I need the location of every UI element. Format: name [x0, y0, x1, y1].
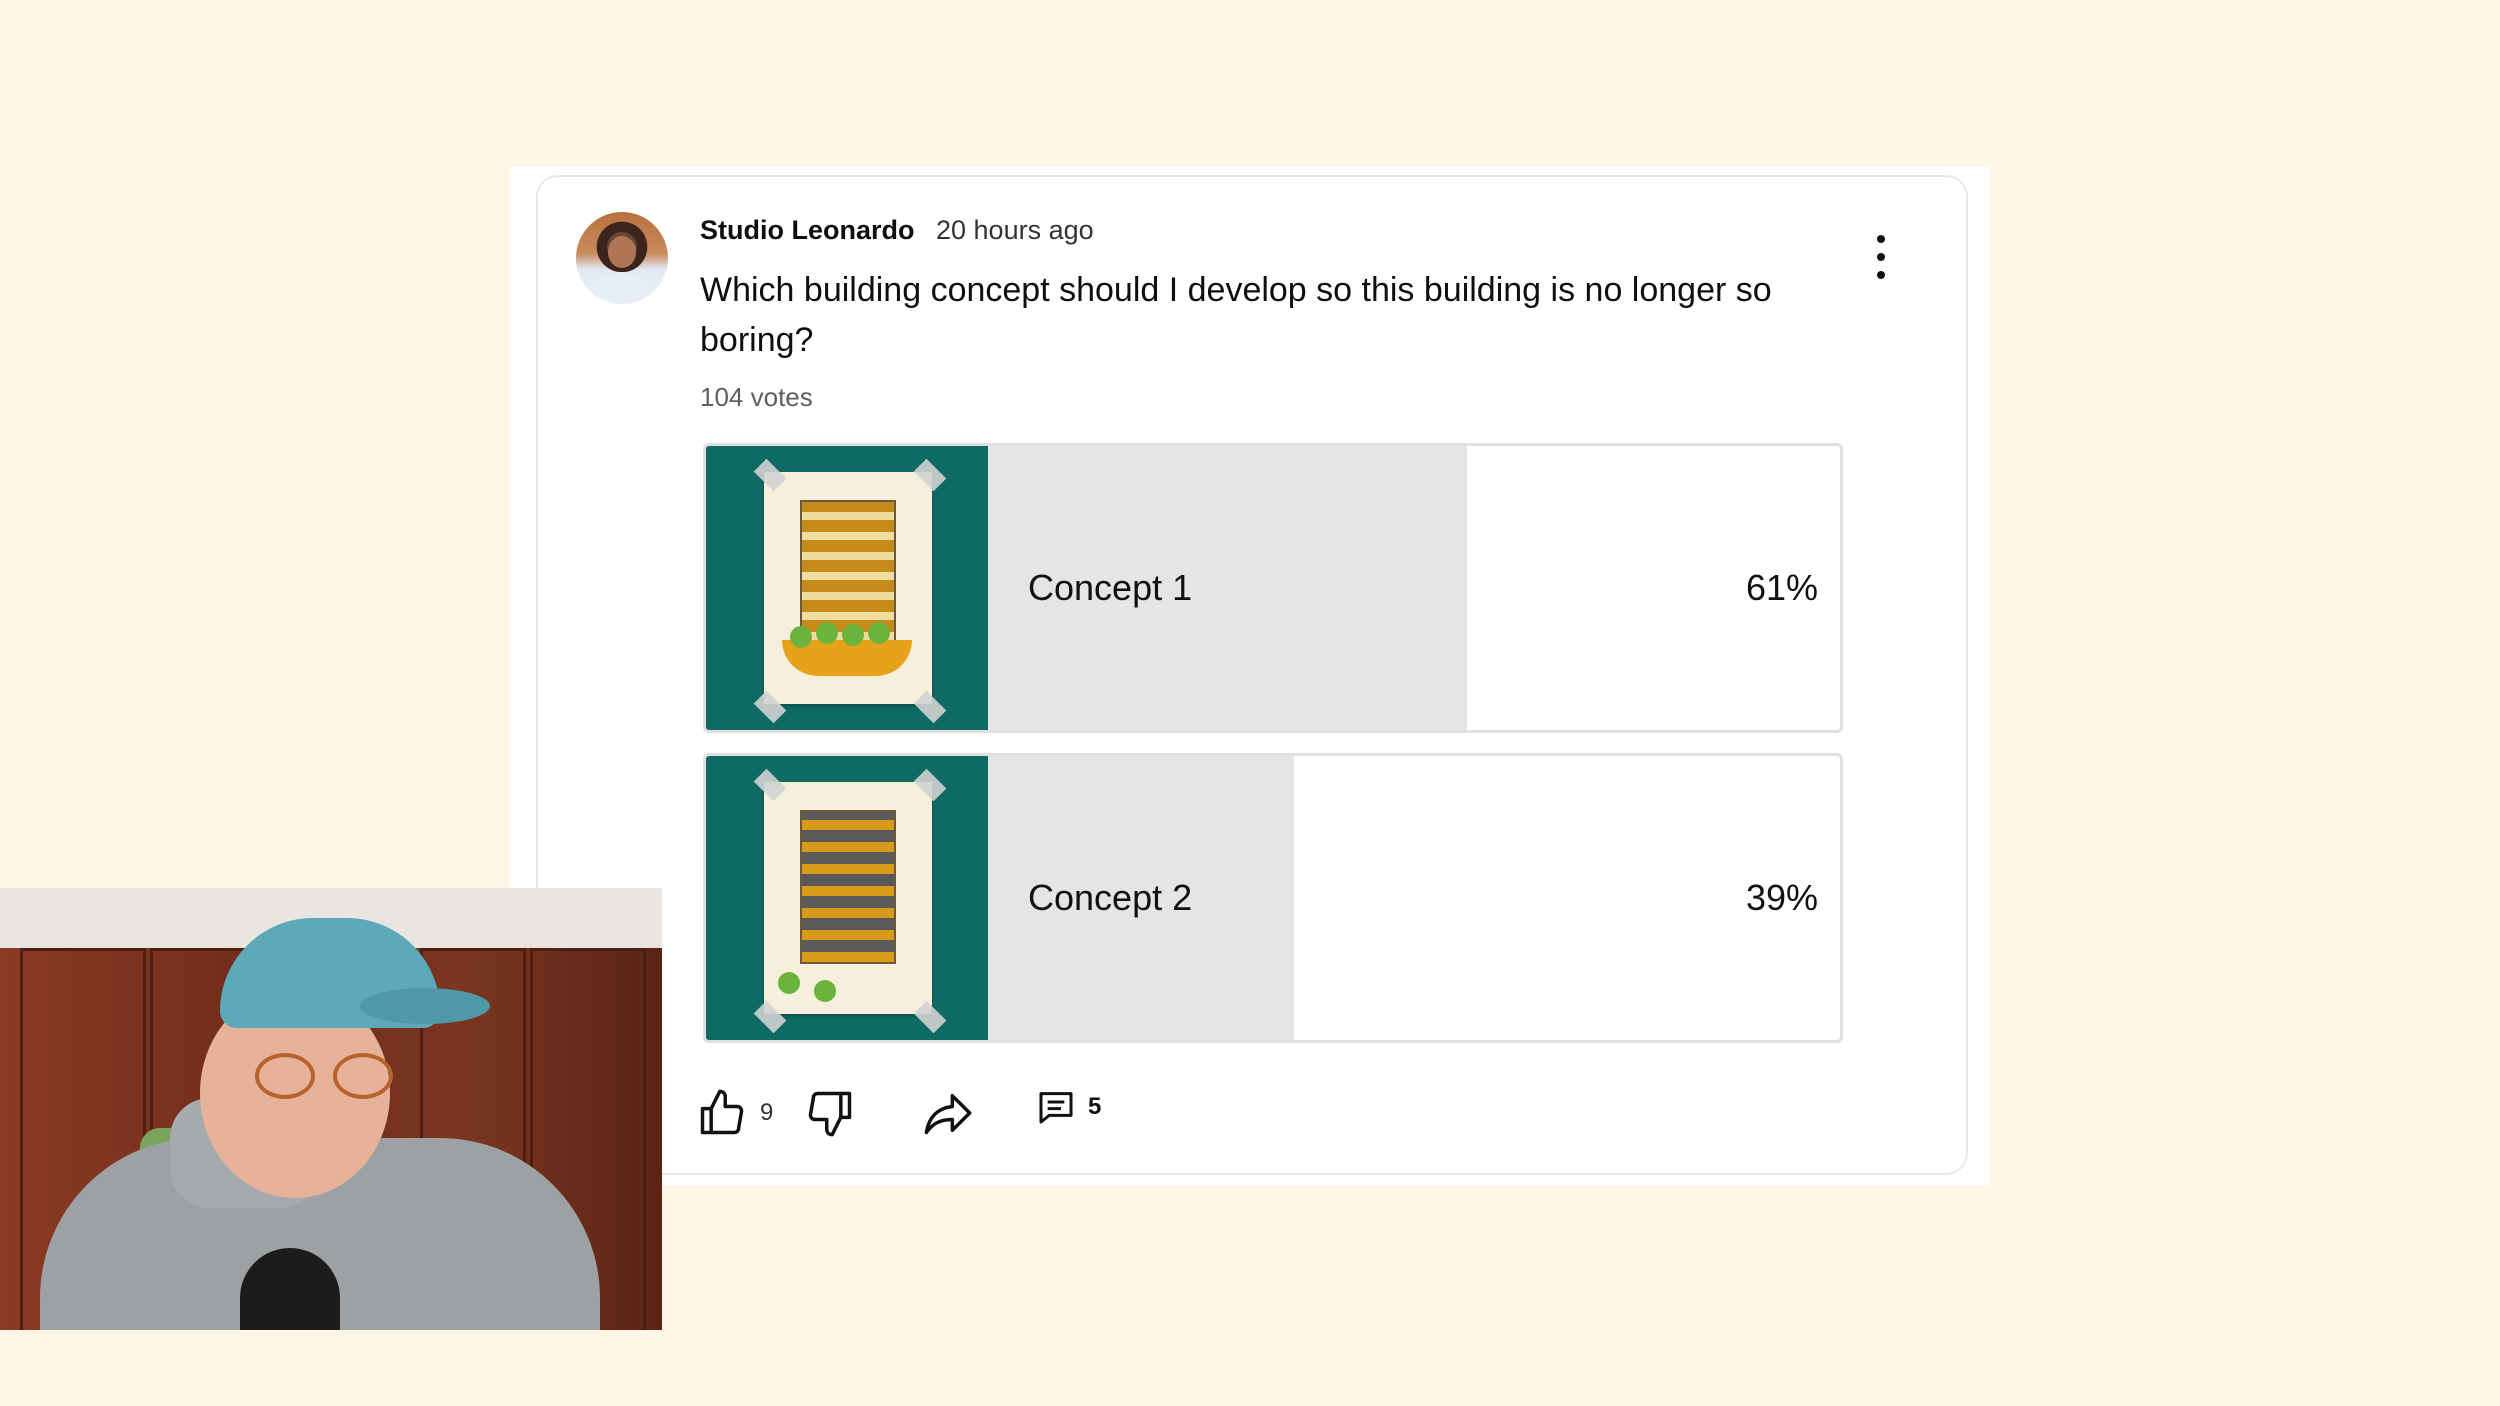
glasses-lens [333, 1053, 393, 1099]
author-name[interactable]: Studio Leonardo [700, 215, 914, 245]
concept-1-image [706, 446, 988, 730]
tree-shape [816, 622, 838, 644]
tree-shape [790, 626, 812, 648]
webcam-overlay [0, 888, 662, 1330]
poll-option-2[interactable]: Concept 2 39% [703, 753, 1843, 1043]
avatar-face [608, 236, 636, 268]
comment-count: 5 [1088, 1093, 1102, 1120]
tree-shape [868, 622, 890, 644]
drawing-paper [764, 782, 932, 1014]
avatar[interactable] [576, 212, 668, 304]
share-button[interactable] [920, 1087, 976, 1139]
vote-count: 104 votes [700, 382, 813, 412]
like-count: 9 [760, 1099, 774, 1126]
post-meta: Studio Leonardo 20 hours ago [700, 215, 1094, 246]
glasses-lens [255, 1053, 315, 1099]
poll-option-1-percent: 61% [1745, 567, 1818, 608]
menu-dot [1877, 235, 1885, 243]
poll-option-2-label: Concept 2 [1028, 877, 1193, 918]
poll-option-1-label: Concept 1 [1028, 567, 1193, 608]
like-button[interactable]: 9 [696, 1087, 773, 1139]
poll-question: Which building concept should I develop … [700, 271, 1772, 359]
post-time[interactable]: 20 hours ago [936, 215, 1094, 245]
comment-button[interactable]: 5 [1036, 1087, 1101, 1127]
dislike-button[interactable] [804, 1087, 856, 1139]
cap-brim [360, 988, 490, 1024]
poll-option-2-percent: 39% [1745, 877, 1818, 918]
post-panel: Studio Leonardo 20 hours ago Which build… [510, 167, 1990, 1185]
community-poll-card: Studio Leonardo 20 hours ago Which build… [536, 175, 1968, 1175]
menu-dot [1877, 271, 1885, 279]
more-vert-icon[interactable] [1866, 235, 1896, 279]
thumb-down-icon [808, 1091, 852, 1137]
drawing-paper [764, 472, 932, 704]
eyeglasses [255, 1053, 405, 1103]
tree-shape [842, 624, 864, 646]
building-drawing [800, 810, 896, 964]
thumb-up-icon [700, 1089, 744, 1135]
concept-2-image [706, 756, 988, 1040]
poll-option-1[interactable]: Concept 1 61% [703, 443, 1843, 733]
share-icon [924, 1093, 972, 1135]
menu-dot [1877, 253, 1885, 261]
tree-shape [814, 980, 836, 1002]
comment-icon [1039, 1092, 1073, 1124]
avatar-shirt [594, 272, 650, 304]
tree-shape [778, 972, 800, 994]
